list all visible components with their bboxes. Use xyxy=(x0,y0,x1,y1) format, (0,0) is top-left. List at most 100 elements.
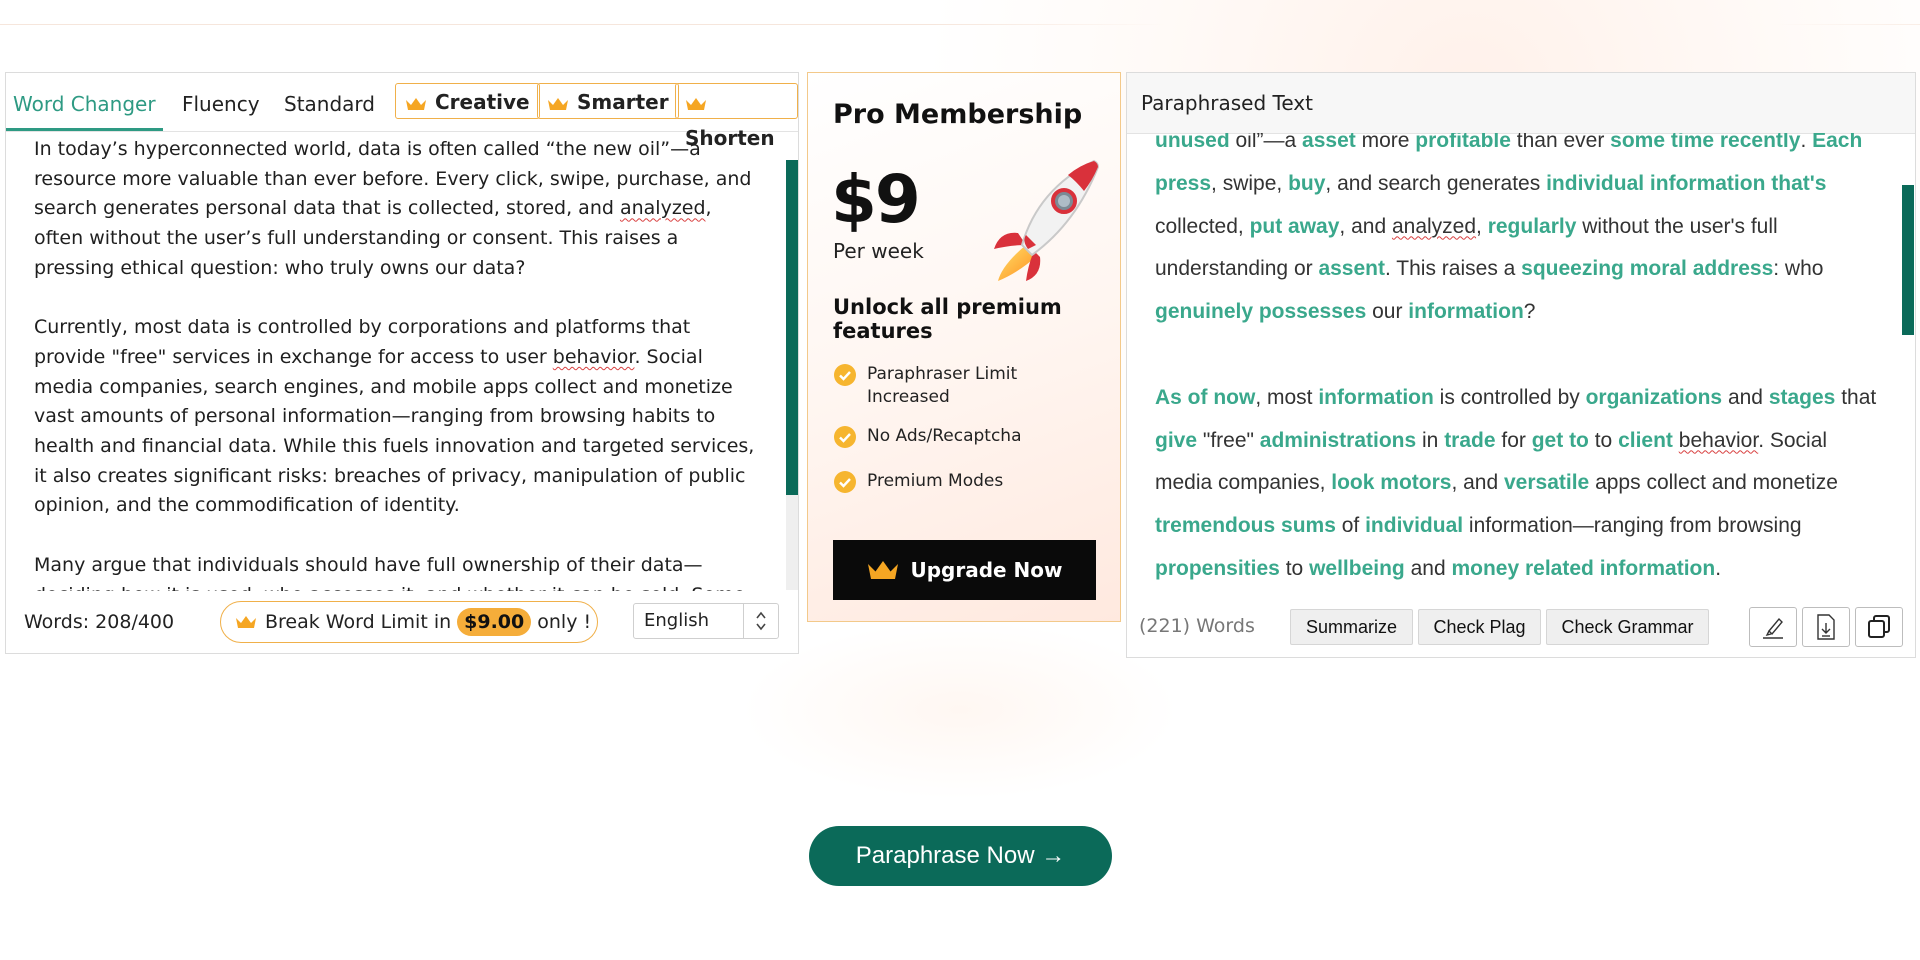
spell-flagged-word: behavior xyxy=(1678,428,1759,452)
copy-button[interactable] xyxy=(1855,607,1903,647)
changed-word[interactable]: wellbeing xyxy=(1309,557,1405,580)
output-text-area[interactable]: unused oil”—a asset more profitable than… xyxy=(1155,133,1885,593)
rocket-icon xyxy=(994,159,1100,281)
output-footer: (221) Words Summarize Check Plag Check G… xyxy=(1127,593,1915,657)
pro-membership-card: Pro Membership $9 Per week Unlock all pr… xyxy=(807,72,1121,622)
input-textarea[interactable]: In today’s hyperconnected world, data is… xyxy=(34,135,764,591)
input-panel: Word Changer Fluency Standard Creative S… xyxy=(5,72,799,654)
upgrade-now-button[interactable]: Upgrade Now xyxy=(833,540,1096,600)
changed-word[interactable]: profitable xyxy=(1415,133,1511,152)
tab-label: Creative xyxy=(435,90,530,114)
pro-period: Per week xyxy=(833,239,924,263)
output-text-segment: ? xyxy=(1523,300,1536,324)
output-text-segment: oil”—a xyxy=(1229,133,1303,152)
changed-word[interactable]: asset xyxy=(1302,133,1356,152)
output-text-segment: . xyxy=(1800,133,1813,152)
spell-flagged-word: behavior xyxy=(552,345,635,368)
upgrade-label: Upgrade Now xyxy=(910,558,1063,582)
changed-word[interactable]: money related information xyxy=(1451,557,1715,580)
crown-icon xyxy=(548,97,568,110)
changed-word[interactable]: information xyxy=(1408,300,1524,323)
feature-label: Paraphraser Limit Increased xyxy=(867,364,1018,407)
download-button[interactable] xyxy=(1802,607,1850,647)
copy-icon xyxy=(1868,615,1890,638)
highlighter-button[interactable] xyxy=(1749,607,1797,647)
changed-word[interactable]: squeezing moral address xyxy=(1521,257,1773,280)
output-text-segment: information—ranging from browsing xyxy=(1463,514,1802,538)
changed-word[interactable]: client xyxy=(1618,429,1673,452)
language-select[interactable]: English xyxy=(633,603,779,639)
language-value: English xyxy=(644,610,709,631)
changed-word[interactable]: information xyxy=(1318,386,1434,409)
changed-word[interactable]: genuinely possesses xyxy=(1155,300,1366,323)
changed-word[interactable]: individual information that's xyxy=(1546,172,1826,195)
changed-word[interactable]: propensities xyxy=(1155,557,1280,580)
feature-item: No Ads/Recaptcha xyxy=(833,425,1022,449)
output-text-segment: , swipe, xyxy=(1211,171,1289,195)
changed-word[interactable]: As of now xyxy=(1155,386,1255,409)
changed-word[interactable]: regularly xyxy=(1488,215,1577,238)
summarize-button[interactable]: Summarize xyxy=(1290,609,1413,645)
check-grammar-button[interactable]: Check Grammar xyxy=(1546,609,1709,645)
output-text-segment: . xyxy=(1715,556,1722,580)
output-panel: Paraphrased Text unused oil”—a asset mor… xyxy=(1126,72,1916,658)
paraphrase-now-button[interactable]: Paraphrase Now → xyxy=(809,826,1112,886)
changed-word[interactable]: unused xyxy=(1155,133,1230,152)
spell-flagged-word: analyzed xyxy=(619,197,706,220)
output-text-segment: in xyxy=(1416,428,1445,452)
output-text-segment: for xyxy=(1495,428,1532,452)
output-text-segment: , and search generates xyxy=(1325,171,1547,195)
spell-flagged-word: analyzed xyxy=(1391,214,1477,238)
output-header: Paraphrased Text xyxy=(1127,73,1915,134)
changed-word[interactable]: organizations xyxy=(1586,386,1723,409)
output-text-segment: "free" xyxy=(1197,428,1260,452)
tab-standard[interactable]: Standard xyxy=(284,87,375,121)
output-text-segment: that xyxy=(1835,385,1877,409)
changed-word[interactable]: stages xyxy=(1769,386,1836,409)
input-paragraph: In today’s hyperconnected world, data is… xyxy=(34,138,752,279)
tab-word-changer[interactable]: Word Changer xyxy=(13,87,156,121)
pro-price: $9 xyxy=(831,161,921,238)
output-text-segment: and xyxy=(1722,385,1769,409)
output-paragraph: unused oil”—a asset more profitable than… xyxy=(1155,133,1885,334)
changed-word[interactable]: versatile xyxy=(1504,471,1589,494)
output-text-segment: , and xyxy=(1451,471,1504,495)
pro-title: Pro Membership xyxy=(833,99,1083,130)
output-text-segment: than ever xyxy=(1510,133,1611,152)
changed-word[interactable]: buy xyxy=(1288,172,1325,195)
check-plag-button[interactable]: Check Plag xyxy=(1418,609,1541,645)
check-badge-icon xyxy=(834,426,856,448)
output-text-segment: to xyxy=(1279,556,1310,580)
tab-shorten[interactable]: Shorten xyxy=(675,83,798,150)
changed-word[interactable]: some time recently xyxy=(1610,133,1800,152)
changed-word[interactable]: give xyxy=(1155,429,1197,452)
changed-word[interactable]: put away xyxy=(1250,215,1340,238)
feature-item: Premium Modes xyxy=(833,470,1003,494)
break-word-limit-button[interactable]: Break Word Limit in $9.00 only ! xyxy=(220,601,598,643)
select-arrows-icon xyxy=(743,604,778,638)
changed-word[interactable]: individual xyxy=(1365,514,1463,537)
check-badge-icon xyxy=(834,364,856,386)
changed-word[interactable]: tremendous sums xyxy=(1155,514,1336,537)
tab-fluency[interactable]: Fluency xyxy=(182,87,260,121)
mode-tabs: Word Changer Fluency Standard Creative S… xyxy=(6,73,798,150)
tab-smarter[interactable]: Smarter xyxy=(537,83,679,119)
output-text-segment: to xyxy=(1588,428,1619,452)
changed-word[interactable]: trade xyxy=(1444,429,1495,452)
crown-icon xyxy=(868,561,899,579)
output-text-segment: more xyxy=(1355,133,1416,152)
feature-item: Paraphraser Limit Increased xyxy=(833,363,1083,409)
changed-word[interactable]: administrations xyxy=(1260,429,1416,452)
break-limit-text: Break Word Limit in xyxy=(265,611,452,633)
crown-icon xyxy=(236,616,256,628)
changed-word[interactable]: get to xyxy=(1532,429,1589,452)
output-scrollbar-thumb[interactable] xyxy=(1902,185,1914,335)
feature-label: No Ads/Recaptcha xyxy=(867,426,1022,446)
tab-creative[interactable]: Creative xyxy=(395,83,540,119)
changed-word[interactable]: look motors xyxy=(1331,471,1451,494)
output-text-segment: is controlled by xyxy=(1433,385,1586,409)
input-scrollbar-thumb[interactable] xyxy=(786,160,798,495)
feature-label: Premium Modes xyxy=(867,471,1004,491)
changed-word[interactable]: assent xyxy=(1318,257,1385,280)
output-text-segment: and xyxy=(1404,556,1452,580)
